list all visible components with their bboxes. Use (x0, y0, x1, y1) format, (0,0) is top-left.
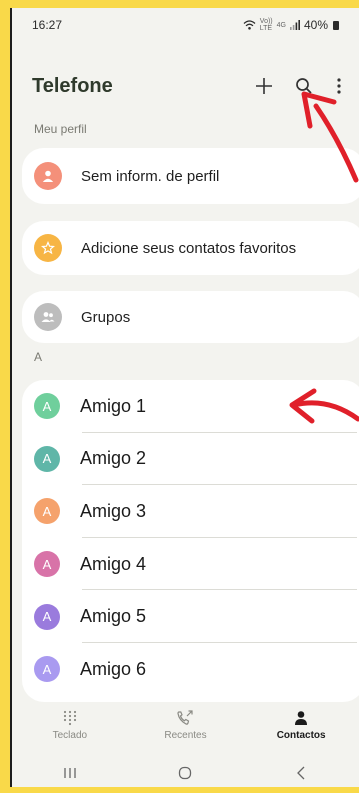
tab-contactos[interactable]: Contactos (251, 708, 351, 741)
contact-name: Amigo 3 (80, 500, 147, 521)
groups-card[interactable]: Grupos (22, 291, 359, 343)
tab-teclado[interactable]: Teclado (20, 708, 120, 741)
dialpad-icon (63, 708, 77, 728)
favorites-label: Adicione seus contatos favoritos (81, 239, 297, 257)
person-icon (294, 708, 308, 728)
list-item[interactable]: A Amigo 5 (22, 590, 359, 643)
tab-label: Recentes (164, 730, 207, 741)
groups-row[interactable]: Grupos (22, 291, 359, 343)
add-contact-button[interactable] (253, 75, 275, 97)
contacts-section-letter: A (34, 350, 43, 364)
list-item[interactable]: A Amigo 6 (22, 643, 359, 696)
battery-percentage: 40% (303, 18, 328, 32)
profile-label: Sem inform. de perfil (81, 167, 220, 185)
system-navigation-bar (12, 760, 359, 786)
profile-section-label: Meu perfil (34, 122, 87, 136)
tab-recentes[interactable]: Recentes (135, 708, 235, 741)
tab-label: Teclado (52, 730, 88, 741)
avatar: A (34, 603, 60, 630)
arrow-annotation-icon (301, 91, 359, 183)
groups-avatar (34, 303, 62, 331)
battery-icon (333, 20, 339, 30)
arrow-annotation-icon (289, 388, 359, 424)
avatar: A (34, 551, 60, 578)
status-bar: 16:27 Vo)) LTE 4G 40% (12, 8, 359, 42)
tab-label: Contactos (276, 730, 326, 741)
avatar: A (34, 393, 60, 420)
back-icon (297, 766, 305, 780)
contact-name: Amigo 4 (80, 553, 147, 574)
list-item[interactable]: A Amigo 4 (22, 538, 359, 591)
favorites-avatar (34, 234, 62, 262)
network-generation: 4G (276, 21, 286, 29)
bottom-navigation: Teclado Recentes Contactos (12, 708, 359, 756)
list-item[interactable]: A Amigo 3 (22, 485, 359, 538)
home-button[interactable] (155, 766, 215, 780)
page-title: Telefone (32, 74, 113, 97)
groups-label: Grupos (81, 308, 131, 326)
contact-name: Amigo 6 (80, 658, 147, 679)
volte-indicator: Vo)) LTE (259, 18, 273, 32)
recent-apps-icon (64, 768, 76, 778)
status-time: 16:27 (32, 18, 63, 32)
signal-icon (289, 20, 300, 30)
status-icons: Vo)) LTE 4G 40% (243, 18, 339, 32)
contact-name: Amigo 2 (80, 448, 147, 469)
avatar: A (34, 498, 60, 525)
recent-calls-icon (176, 708, 194, 728)
back-button[interactable] (271, 766, 331, 780)
avatar: A (34, 656, 60, 683)
person-icon (42, 170, 54, 182)
avatar: A (34, 445, 60, 472)
star-icon (41, 241, 55, 255)
home-icon (179, 766, 192, 780)
recent-apps-button[interactable] (40, 767, 100, 779)
group-icon (41, 312, 55, 322)
favorites-card[interactable]: Adicione seus contatos favoritos (22, 221, 359, 275)
favorites-row[interactable]: Adicione seus contatos favoritos (22, 221, 359, 275)
contact-name: Amigo 1 (80, 395, 147, 416)
contact-name: Amigo 5 (80, 606, 147, 627)
plus-icon (256, 78, 272, 94)
wifi-icon (243, 20, 256, 30)
list-item[interactable]: A Amigo 2 (22, 433, 359, 486)
profile-avatar (34, 162, 62, 190)
